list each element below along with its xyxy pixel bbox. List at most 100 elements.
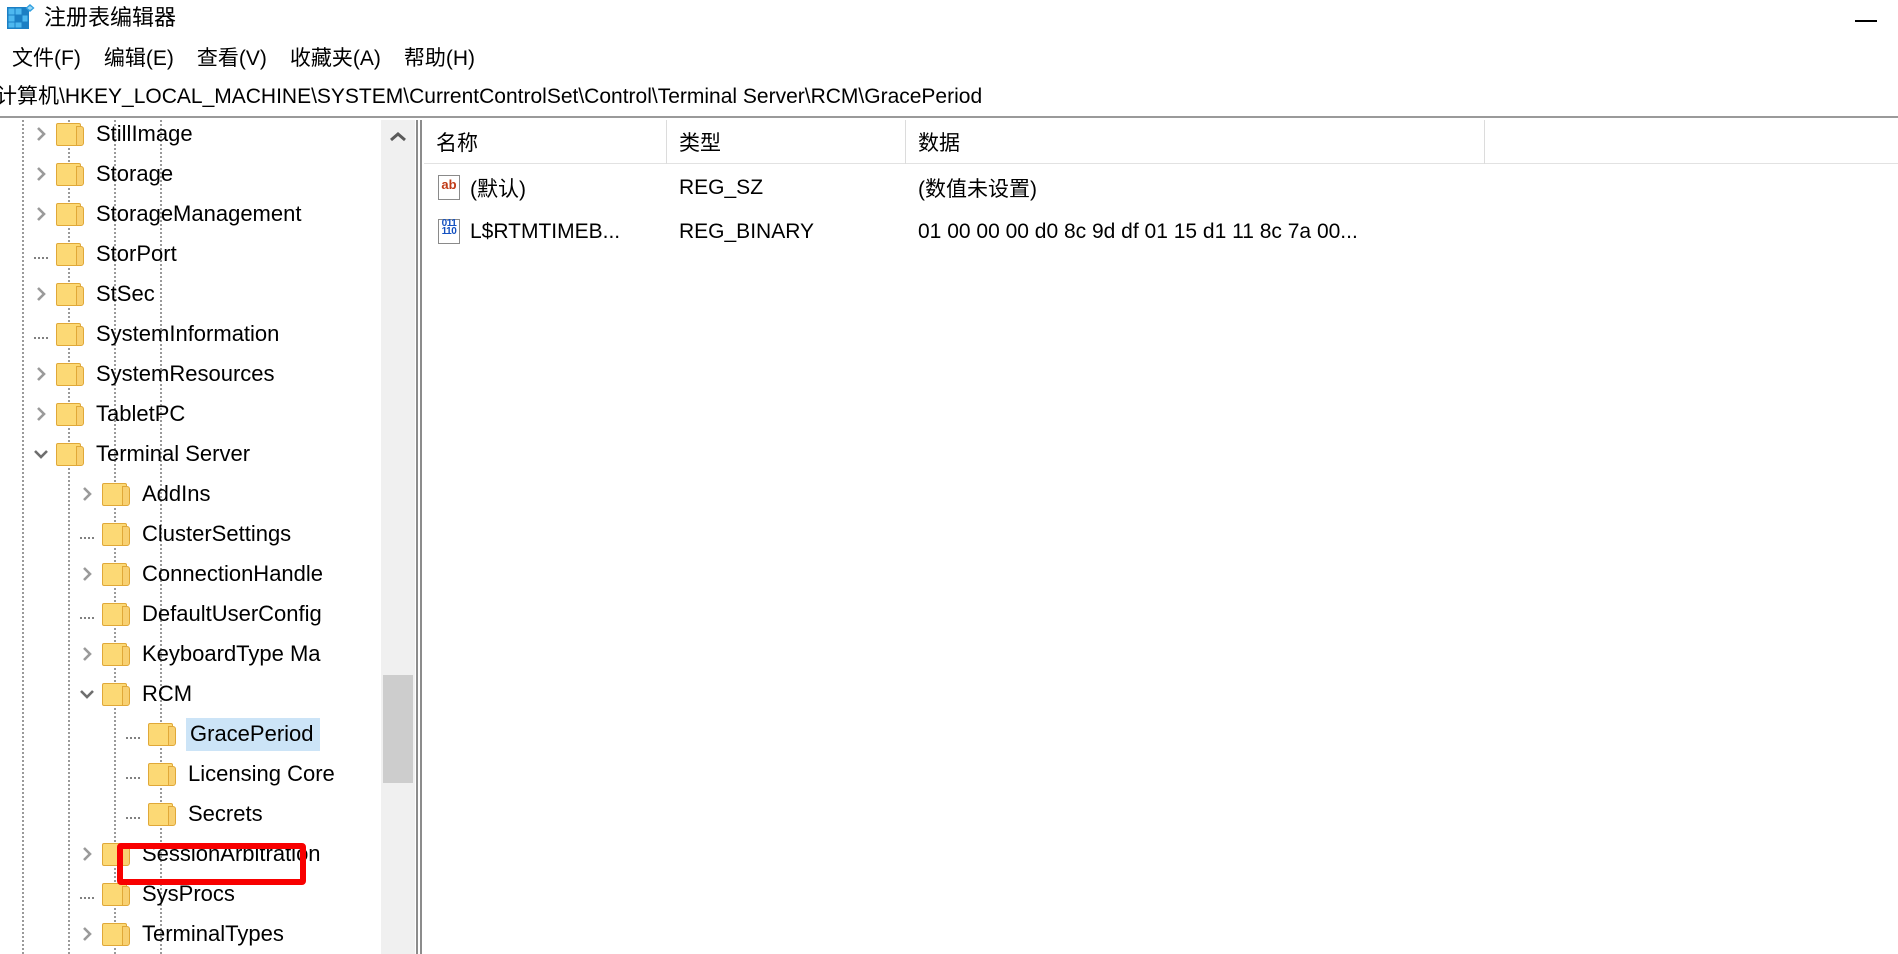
folder-icon <box>102 921 132 947</box>
minimize-button[interactable] <box>1834 0 1898 40</box>
tree-vertical-scrollbar[interactable] <box>381 120 415 954</box>
column-header-data[interactable]: 数据 <box>906 120 1485 164</box>
tree-item-label: SystemInformation <box>96 321 280 346</box>
folder-icon <box>56 281 86 307</box>
table-row[interactable]: ab (默认) REG_SZ (数值未设置) <box>424 166 1898 210</box>
tree-item-label: StSec <box>96 281 155 306</box>
folder-icon <box>102 881 132 907</box>
scroll-up-button[interactable] <box>381 120 415 154</box>
folder-icon <box>56 321 86 347</box>
folder-icon <box>102 681 132 707</box>
chevron-right-icon[interactable] <box>74 841 100 867</box>
folder-icon <box>56 201 86 227</box>
value-type: REG_SZ <box>679 176 764 199</box>
tree-item-terminal-server[interactable]: Terminal Server <box>0 434 420 474</box>
chevron-right-icon[interactable] <box>28 201 54 227</box>
tree-item-licensing-core[interactable]: Licensing Core <box>0 754 420 794</box>
tree-item-label: StorPort <box>96 241 177 266</box>
tree-item-label: TerminalTypes <box>142 921 284 946</box>
chevron-down-icon[interactable] <box>28 441 54 467</box>
tree-item-storage[interactable]: Storage <box>0 154 420 194</box>
tree-leaf-stub <box>120 721 146 747</box>
folder-icon <box>102 841 132 867</box>
menu-item-favorites[interactable]: 收藏夹(A) <box>280 43 394 75</box>
menu-item-edit[interactable]: 编辑(E) <box>94 43 187 75</box>
window-title: 注册表编辑器 <box>44 5 177 30</box>
tree-item-label: ConnectionHandle <box>142 561 324 586</box>
tree-item-terminaltypes[interactable]: TerminalTypes <box>0 914 420 954</box>
menu-item-help[interactable]: 帮助(H) <box>394 43 488 75</box>
folder-icon <box>148 801 178 827</box>
address-bar[interactable]: 计算机\HKEY_LOCAL_MACHINE\SYSTEM\CurrentCon… <box>0 78 1898 118</box>
tree-item-label: Secrets <box>188 801 263 826</box>
menu-item-file[interactable]: 文件(F) <box>2 43 94 75</box>
chevron-right-icon[interactable] <box>28 401 54 427</box>
menu-bar: 文件(F) 编辑(E) 查看(V) 收藏夹(A) 帮助(H) <box>0 40 1898 78</box>
chevron-right-icon[interactable] <box>28 361 54 387</box>
registry-grid-icon <box>6 4 36 32</box>
chevron-right-icon[interactable] <box>74 641 100 667</box>
tree-item-graceperiod[interactable]: GracePeriod <box>0 714 420 754</box>
tree-item-label: DefaultUserConfig <box>142 601 322 626</box>
tree-item-stsec[interactable]: StSec <box>0 274 420 314</box>
tree-item-storagemanagement[interactable]: StorageManagement <box>0 194 420 234</box>
menu-item-view[interactable]: 查看(V) <box>187 43 280 75</box>
folder-icon <box>56 121 86 147</box>
tree-item-connectionhandle[interactable]: ConnectionHandle <box>0 554 420 594</box>
chevron-right-icon[interactable] <box>28 281 54 307</box>
tree-item-systemresources[interactable]: SystemResources <box>0 354 420 394</box>
tree-item-rcm[interactable]: RCM <box>0 674 420 714</box>
tree-item-label: SysProcs <box>142 881 235 906</box>
column-header-type[interactable]: 类型 <box>667 120 906 164</box>
tree-item-sysprocs[interactable]: SysProcs <box>0 874 420 914</box>
chevron-down-icon[interactable] <box>74 681 100 707</box>
title-bar: 注册表编辑器 <box>0 0 1898 40</box>
tree-item-label: Terminal Server <box>96 441 251 466</box>
tree-item-defaultuserconfig[interactable]: DefaultUserConfig <box>0 594 420 634</box>
tree-item-label: GracePeriod <box>186 717 320 751</box>
folder-icon <box>148 761 178 787</box>
column-header-name[interactable]: 名称 <box>424 120 667 164</box>
chevron-right-icon[interactable] <box>74 921 100 947</box>
folder-icon <box>56 401 86 427</box>
tree-item-sessionarbitration[interactable]: SessionArbitration <box>0 834 420 874</box>
registry-tree-pane[interactable]: StillImage Storage StorageManagement StorPo… <box>0 120 420 954</box>
tree-leaf-stub <box>74 601 100 627</box>
value-name: (默认) <box>470 178 526 201</box>
tree-leaf-stub <box>74 881 100 907</box>
tree-item-storport[interactable]: StorPort <box>0 234 420 274</box>
pane-splitter[interactable] <box>416 120 422 954</box>
folder-icon <box>148 721 178 747</box>
folder-icon <box>102 481 132 507</box>
tree-item-secrets[interactable]: Secrets <box>0 794 420 834</box>
tree-item-label: StorageManagement <box>96 201 302 226</box>
value-data: (数值未设置) <box>918 178 1037 201</box>
tree-item-label: StillImage <box>96 121 193 146</box>
main-content: StillImage Storage StorageManagement StorPo… <box>0 120 1898 954</box>
tree-item-stillimage[interactable]: StillImage <box>0 120 420 154</box>
chevron-right-icon[interactable] <box>28 161 54 187</box>
tree-item-label: ClusterSettings <box>142 521 292 546</box>
table-row[interactable]: 011 110 L$RTMTIMEB... REG_BINARY 01 00 00 00… <box>424 210 1898 254</box>
chevron-right-icon[interactable] <box>74 481 100 507</box>
string-value-icon: ab <box>436 174 462 202</box>
tree-item-label: KeyboardType Ma <box>142 641 321 666</box>
tree-item-label: TabletPC <box>96 401 186 426</box>
registry-values-pane[interactable]: 名称 类型 数据 ab (默认) REG_SZ (数值未设置) 011 110 L$RTMT… <box>424 120 1898 954</box>
tree-scrollbar-thumb[interactable] <box>383 675 413 783</box>
tree-item-systeminformation[interactable]: SystemInformation <box>0 314 420 354</box>
tree-item-clustersettings[interactable]: ClusterSettings <box>0 514 420 554</box>
tree-item-tabletpc[interactable]: TabletPC <box>0 394 420 434</box>
window-controls <box>1834 0 1898 40</box>
chevron-right-icon[interactable] <box>28 121 54 147</box>
tree-item-addins[interactable]: AddIns <box>0 474 420 514</box>
chevron-right-icon[interactable] <box>74 561 100 587</box>
registry-path: 计算机\HKEY_LOCAL_MACHINE\SYSTEM\CurrentCon… <box>0 85 983 108</box>
registry-tree[interactable]: StillImage Storage StorageManagement StorPo… <box>0 120 420 954</box>
tree-item-keyboardtype-ma[interactable]: KeyboardType Ma <box>0 634 420 674</box>
folder-icon <box>56 361 86 387</box>
folder-icon <box>56 241 86 267</box>
tree-item-label: Licensing Core <box>188 761 335 786</box>
minimize-icon <box>1855 20 1877 22</box>
tree-item-label: SessionArbitration <box>142 841 321 866</box>
